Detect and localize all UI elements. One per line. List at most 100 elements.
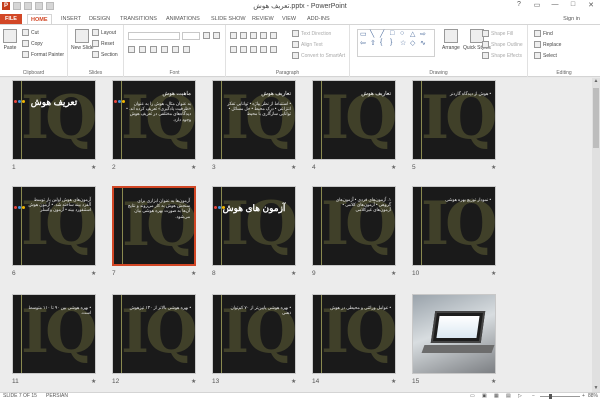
shrink-font-button[interactable] [213, 32, 220, 39]
star-shape-icon[interactable]: ☆ [400, 39, 406, 47]
bullets-icon[interactable] [230, 32, 237, 39]
transition-star-icon[interactable]: ★ [291, 164, 296, 171]
ribbon-display-options-button[interactable]: ▭ [530, 1, 544, 9]
slide-thumbnail[interactable]: IQ تعاریف هوش [312, 80, 396, 160]
italic-icon[interactable] [139, 46, 146, 53]
line-shape-icon[interactable]: ╲ [370, 30, 374, 38]
arrow-shape-icon[interactable]: ⇧ [370, 39, 376, 47]
strikethrough-icon[interactable] [161, 46, 168, 53]
align-text-button[interactable]: Align Text [292, 41, 323, 48]
cut-button[interactable]: Cut [22, 29, 39, 36]
slide-thumbnail[interactable]: IQ ۱. آزمون‌های فردی • آزمون‌های گروهی • … [312, 186, 396, 266]
zoom-out-icon[interactable]: − [532, 393, 535, 400]
transition-star-icon[interactable]: ★ [91, 164, 96, 171]
tab-animations[interactable]: ANIMATIONS [163, 14, 203, 24]
transition-star-icon[interactable]: ★ [291, 270, 296, 277]
slide-sorter-view-icon[interactable]: ▦ [494, 393, 499, 400]
underline-icon[interactable] [150, 46, 157, 53]
slideshow-view-icon[interactable]: ▷ [518, 393, 522, 400]
transition-star-icon[interactable]: ★ [191, 378, 196, 385]
text-box-shape-icon[interactable]: ▭ [360, 30, 367, 38]
align-center-icon[interactable] [240, 46, 247, 53]
align-left-icon[interactable] [230, 46, 237, 53]
scroll-thumb[interactable] [593, 88, 599, 148]
normal-view-icon[interactable]: ▣ [482, 393, 487, 400]
font-size-select[interactable] [182, 32, 200, 40]
tab-view[interactable]: VIEW [279, 14, 299, 24]
slide-thumbnail[interactable]: IQ تعریف هوش [12, 80, 96, 160]
shape-fill-button[interactable]: Shape Fill [482, 30, 513, 37]
find-button[interactable]: Find [534, 30, 553, 37]
text-direction-button[interactable]: Text Direction [292, 30, 331, 37]
zoom-slider-thumb[interactable] [548, 394, 552, 399]
transition-star-icon[interactable]: ★ [91, 378, 96, 385]
reading-view-icon[interactable]: ▤ [506, 393, 511, 400]
decrease-indent-icon[interactable] [250, 32, 257, 39]
layout-button[interactable]: Layout [92, 29, 116, 36]
close-button[interactable]: ✕ [584, 1, 598, 9]
slide-thumbnail[interactable]: IQ ماهیت هوش به عنوان مثال، هوش را به عنوا… [112, 80, 196, 160]
new-slide-button[interactable]: New Slide [71, 29, 94, 51]
copy-button[interactable]: Copy [22, 40, 43, 47]
grow-font-button[interactable] [203, 32, 210, 39]
slide-thumbnail[interactable]: IQ • هوش از دیدگاه گاردنر [412, 80, 496, 160]
transition-star-icon[interactable]: ★ [291, 378, 296, 385]
paste-button[interactable]: Paste [3, 29, 17, 51]
slide-thumbnail[interactable]: IQ • نمودار توزیع بهره هوشی [412, 186, 496, 266]
slide-thumbnail[interactable]: IQ آزمون‌های هوش اولین بار توسط آلفرد بین… [12, 186, 96, 266]
zoom-level[interactable]: 88% [588, 393, 598, 400]
slide-thumbnail[interactable]: IQ • عوامل وراثتی و محیطی در هوش [312, 294, 396, 374]
tab-transitions[interactable]: TRANSITIONS [117, 14, 160, 24]
section-button[interactable]: Section [92, 51, 118, 58]
align-right-icon[interactable] [250, 46, 257, 53]
font-color-icon[interactable] [183, 46, 190, 53]
transition-star-icon[interactable]: ★ [391, 270, 396, 277]
slide-thumbnail[interactable] [412, 294, 496, 374]
transition-star-icon[interactable]: ★ [391, 164, 396, 171]
transition-star-icon[interactable]: ★ [491, 164, 496, 171]
bold-icon[interactable] [128, 46, 135, 53]
line-shape-icon[interactable]: ╱ [380, 30, 384, 38]
slide-thumbnail[interactable]: IQ آزمون‌ها به عنوان ابزاری برای سنجش هوش… [112, 186, 196, 266]
tab-review[interactable]: REVIEW [249, 14, 277, 24]
slide-thumbnail[interactable]: IQ تعاریف هوش • استنباط از نظر پیاژه • توا… [212, 80, 296, 160]
font-family-select[interactable] [128, 32, 180, 40]
maximize-button[interactable]: □ [566, 1, 580, 9]
transition-star-icon[interactable]: ★ [391, 378, 396, 385]
tab-add-ins[interactable]: ADD-INS [304, 14, 333, 24]
slide-thumbnail[interactable]: IQ • بهره هوشی بین ۹۰ تا ۱۱۰ متوسط است. [12, 294, 96, 374]
transition-star-icon[interactable]: ★ [491, 270, 496, 277]
curve-shape-icon[interactable]: ∿ [420, 39, 426, 47]
triangle-shape-icon[interactable]: △ [410, 30, 415, 38]
transition-star-icon[interactable]: ★ [491, 378, 496, 385]
replace-button[interactable]: Replace [534, 41, 561, 48]
arrange-button[interactable]: Arrange [442, 29, 460, 51]
format-painter-button[interactable]: Format Painter [22, 51, 64, 58]
reset-button[interactable]: Reset [92, 40, 114, 47]
select-button[interactable]: Select [534, 52, 557, 59]
sign-in-link[interactable]: Sign in [563, 14, 580, 24]
scroll-down-icon[interactable]: ▼ [592, 385, 600, 392]
shape-outline-button[interactable]: Shape Outline [482, 41, 523, 48]
convert-smartart-button[interactable]: Convert to SmartArt [292, 52, 345, 59]
numbering-icon[interactable] [240, 32, 247, 39]
increase-indent-icon[interactable] [260, 32, 267, 39]
tab-file[interactable]: FILE [0, 14, 22, 24]
diamond-shape-icon[interactable]: ◇ [410, 39, 415, 47]
zoom-in-icon[interactable]: + [582, 393, 585, 400]
oval-shape-icon[interactable]: ○ [400, 30, 404, 37]
help-button[interactable]: ? [512, 1, 526, 9]
transition-star-icon[interactable]: ★ [91, 270, 96, 277]
shadow-icon[interactable] [172, 46, 179, 53]
tab-home[interactable]: HOME [27, 14, 52, 24]
vertical-scrollbar[interactable]: ▲ ▼ [592, 78, 600, 392]
tab-design[interactable]: DESIGN [86, 14, 113, 24]
line-spacing-icon[interactable] [270, 32, 277, 39]
transition-star-icon[interactable]: ★ [191, 164, 196, 171]
transition-star-icon[interactable]: ★ [191, 270, 196, 277]
arrow-shape-icon[interactable]: ⇨ [420, 30, 426, 38]
tab-insert[interactable]: INSERT [58, 14, 84, 24]
rectangle-shape-icon[interactable]: □ [390, 30, 394, 37]
notes-icon[interactable]: ▭ [470, 393, 475, 400]
columns-icon[interactable] [270, 46, 277, 53]
